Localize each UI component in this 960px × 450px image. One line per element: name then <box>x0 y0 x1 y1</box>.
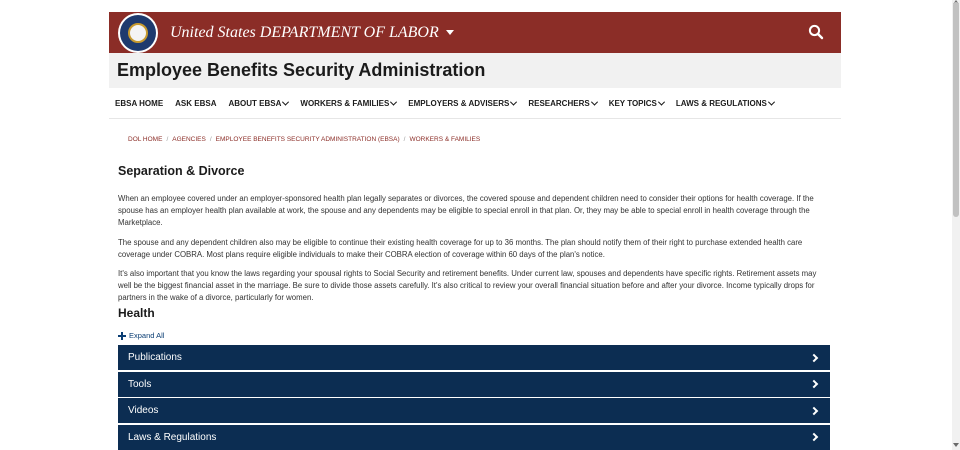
nav-workers-families[interactable]: WORKERS & FAMILIES <box>300 88 398 118</box>
nav-label: ASK EBSA <box>175 98 217 108</box>
page-title: Separation & Divorce <box>118 164 245 178</box>
scrollbar-thumb[interactable] <box>953 2 959 217</box>
breadcrumb-separator: / <box>209 136 212 143</box>
breadcrumb-ebsa[interactable]: EMPLOYEE BENEFITS SECURITY ADMINISTRATIO… <box>216 136 400 143</box>
section-heading-health: Health <box>118 306 155 320</box>
accordion-label: Videos <box>128 405 159 416</box>
scroll-down-arrow-icon[interactable] <box>953 443 959 447</box>
nav-about-ebsa[interactable]: ABOUT EBSA <box>228 88 290 118</box>
accordion-label: Laws & Regulations <box>128 431 217 443</box>
agency-subheader: Employee Benefits Security Administratio… <box>109 53 841 88</box>
nav-label: WORKERS & FAMILIES <box>300 98 390 108</box>
search-icon[interactable] <box>808 24 824 40</box>
page-scrollbar[interactable] <box>952 0 960 450</box>
resources-accordion: Publications Tools Videos Laws & Regulat… <box>118 345 830 450</box>
agency-top-bar: United States DEPARTMENT OF LABOR <box>109 12 841 53</box>
nav-employers-advisers[interactable]: EMPLOYERS & ADVISERS <box>408 88 518 118</box>
nav-label: KEY TOPICS <box>608 98 657 108</box>
nav-label: RESEARCHERS <box>528 98 590 108</box>
nav-label: LAWS & REGULATIONS <box>675 98 767 108</box>
nav-ask-ebsa[interactable]: ASK EBSA <box>175 88 216 118</box>
nav-label: ABOUT EBSA <box>228 98 282 108</box>
nav-label: EBSA HOME <box>115 98 164 108</box>
chevron-right-icon <box>809 432 819 442</box>
accordion-label: Publications <box>128 352 182 363</box>
chevron-right-icon <box>809 379 819 389</box>
breadcrumb-dol-home[interactable]: DOL HOME <box>128 136 162 143</box>
nav-laws-regulations[interactable]: LAWS & REGULATIONS <box>675 88 775 118</box>
expand-all-label: Expand All <box>129 331 165 340</box>
chevron-down-icon <box>767 98 775 106</box>
breadcrumb-workers-families[interactable]: WORKERS & FAMILIES <box>409 136 480 143</box>
breadcrumb-agencies[interactable]: AGENCIES <box>172 136 206 143</box>
plus-icon <box>118 331 126 340</box>
nav-key-topics[interactable]: KEY TOPICS <box>608 88 665 118</box>
accordion-tools[interactable]: Tools <box>118 371 830 397</box>
accordion-publications[interactable]: Publications <box>118 345 830 370</box>
accordion-laws-regulations[interactable]: Laws & Regulations <box>118 424 830 450</box>
nav-label: EMPLOYERS & ADVISERS <box>408 98 510 108</box>
breadcrumb: DOL HOME / AGENCIES / EMPLOYEE BENEFITS … <box>128 136 480 143</box>
agency-menu-toggle[interactable]: United States DEPARTMENT OF LABOR <box>170 24 454 42</box>
agency-title: United States DEPARTMENT OF LABOR <box>170 23 439 41</box>
caret-down-icon <box>445 30 454 35</box>
chevron-down-icon <box>282 98 290 106</box>
chevron-down-icon <box>590 98 598 106</box>
rights-paragraph: It's also important that you know the la… <box>118 269 817 302</box>
chevron-right-icon <box>809 406 819 415</box>
breadcrumb-separator: / <box>166 136 169 143</box>
cobra-paragraph: The spouse and any dependent children al… <box>118 238 803 259</box>
main-nav: EBSA HOME ASK EBSA ABOUT EBSA WORKERS & … <box>109 88 841 119</box>
accordion-label: Tools <box>128 378 152 390</box>
chevron-down-icon <box>657 98 665 106</box>
site-header: United States DEPARTMENT OF LABOR Employ… <box>109 12 841 119</box>
agency-name[interactable]: Employee Benefits Security Administratio… <box>117 60 485 81</box>
chevron-right-icon <box>809 353 819 362</box>
nav-ebsa-home[interactable]: EBSA HOME <box>115 88 163 118</box>
breadcrumb-separator: / <box>403 136 406 143</box>
dol-seal-icon[interactable] <box>118 12 158 53</box>
accordion-videos[interactable]: Videos <box>118 398 830 423</box>
nav-researchers[interactable]: RESEARCHERS <box>528 88 598 118</box>
expand-all-button[interactable]: Expand All <box>118 331 164 340</box>
intro-paragraph: When an employee covered under an employ… <box>118 194 814 227</box>
chevron-down-icon <box>390 98 398 106</box>
chevron-down-icon <box>510 98 518 106</box>
